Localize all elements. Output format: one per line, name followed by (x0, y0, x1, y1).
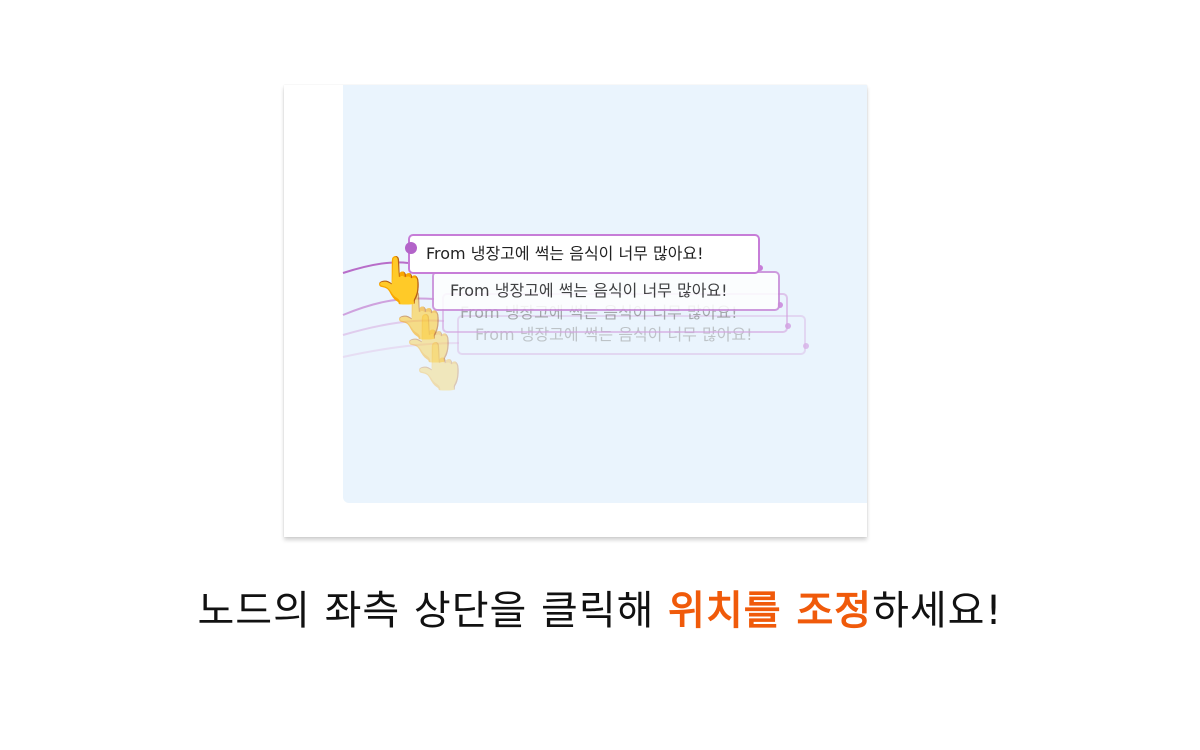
node-label: From 냉장고에 썩는 음식이 너무 많아요! (450, 281, 728, 300)
caption-text: 노드의 좌측 상단을 클릭해 (197, 588, 669, 634)
node-label: From 냉장고에 썩는 음식이 너무 많아요! (426, 244, 704, 263)
pointing-hand-icon: 👆 (372, 253, 430, 307)
caption-text-end: 하세요! (872, 588, 1003, 634)
mindmap-node-ghost: From 냉장고에 썩는 음식이 너무 많아요! (432, 271, 780, 311)
instruction-caption: 노드의 좌측 상단을 클릭해 위치를 조정하세요! (0, 578, 1200, 636)
demo-frame: From 냉장고에 썩는 음식이 너무 많아요! From 냉장고에 썩는 음식… (284, 85, 867, 537)
caption-highlight: 위치를 조정 (668, 588, 873, 634)
mindmap-node[interactable]: From 냉장고에 썩는 음식이 너무 많아요! (405, 234, 760, 274)
